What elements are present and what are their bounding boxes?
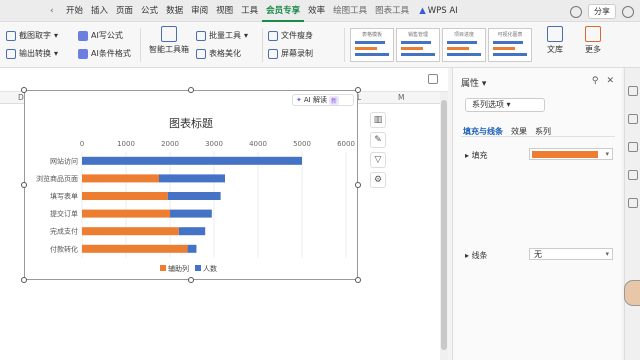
bar-count[interactable]: [82, 156, 302, 165]
resize-handle[interactable]: [188, 87, 194, 93]
y-category-label: 提交订单: [50, 209, 78, 218]
bar-helper[interactable]: [82, 244, 188, 253]
thumb-bar: [447, 53, 481, 56]
more-label: 更多: [585, 45, 601, 54]
chart-filter-icon[interactable]: ▽: [370, 152, 386, 168]
style-template-label: 项目进度: [453, 32, 474, 38]
legend-label: 辅助列: [168, 265, 189, 273]
legend-item[interactable]: 辅助列: [160, 264, 189, 274]
share-button[interactable]: 分享: [588, 4, 616, 19]
bar-helper[interactable]: [82, 192, 168, 200]
bar-count[interactable]: [187, 244, 197, 253]
thumb-bar: [493, 41, 523, 44]
x-tick-label: 5000: [293, 140, 311, 148]
chart-settings-icon[interactable]: ⚙: [370, 172, 386, 188]
legend-swatch: [160, 265, 166, 271]
more-icon[interactable]: [622, 5, 634, 18]
resize-handle[interactable]: [355, 182, 361, 188]
toolbar-icon[interactable]: [627, 170, 638, 180]
toolbar-icon[interactable]: [627, 86, 638, 96]
thumb-bar: [493, 53, 527, 56]
sync-icon[interactable]: [570, 5, 582, 18]
pane-title: 属性 ▾: [461, 79, 487, 89]
library-label: 文库: [547, 45, 563, 54]
legend-item[interactable]: 人数: [195, 264, 217, 274]
x-tick-label: 3000: [205, 140, 223, 148]
resize-handle[interactable]: [355, 277, 361, 283]
bar-helper[interactable]: [82, 227, 179, 236]
legend-swatch: [195, 265, 201, 271]
resize-handle[interactable]: [355, 87, 361, 93]
chevron-down-icon: ▾: [605, 250, 609, 258]
chart-style-icon[interactable]: ✎: [370, 132, 386, 148]
chevron-down-icon: ▾: [605, 150, 609, 158]
chart-side-tools: ▥ ✎ ▽ ⚙: [368, 112, 388, 196]
bar-count[interactable]: [178, 227, 206, 236]
toolbar-icon[interactable]: [627, 114, 638, 124]
y-category-label: 填写表单: [50, 192, 78, 201]
resize-handle[interactable]: [21, 87, 27, 93]
bar-count[interactable]: [167, 192, 221, 200]
series-options-label: 系列选项: [472, 100, 504, 109]
y-category-label: 浏览商品页面: [36, 174, 78, 183]
line-row[interactable]: ▸ 线条: [465, 250, 488, 261]
resize-handle[interactable]: [21, 182, 27, 188]
pin-icon[interactable]: ⚲: [592, 76, 599, 86]
style-template-label: 可视化图表: [497, 32, 523, 38]
bar-helper[interactable]: [82, 209, 170, 218]
line-value: 无: [534, 250, 542, 259]
pane-title-text: 属性: [461, 79, 480, 89]
bar-helper[interactable]: [82, 174, 159, 183]
series-options-dropdown[interactable]: 系列选项 ▾: [465, 98, 545, 112]
line-select[interactable]: 无 ▾: [529, 248, 613, 260]
more-apps-icon: [585, 26, 601, 42]
fill-label: 填充: [471, 151, 488, 160]
bar-count[interactable]: [170, 209, 212, 218]
x-tick-label: 4000: [249, 140, 267, 148]
thumb-bar: [447, 41, 477, 44]
x-tick-label: 1000: [117, 140, 135, 148]
close-icon[interactable]: ✕: [606, 76, 614, 86]
fill-color-swatch: [532, 151, 598, 158]
y-category-label: 完成支付: [50, 227, 78, 236]
thumb-bar: [447, 47, 469, 50]
line-label: 线条: [471, 251, 488, 260]
bar-count[interactable]: [159, 174, 225, 183]
avatar[interactable]: [624, 280, 640, 306]
more-button[interactable]: 更多: [576, 26, 610, 66]
style-template-3[interactable]: 可视化图表: [488, 28, 532, 62]
legend-label: 人数: [203, 265, 217, 273]
x-tick-label: 0: [80, 140, 84, 148]
fill-color-picker[interactable]: ▾: [529, 148, 613, 160]
toolbar-icon[interactable]: [627, 142, 638, 152]
chart-legend[interactable]: 辅助列 人数: [160, 264, 217, 274]
y-category-label: 网站访问: [50, 156, 78, 165]
fill-row[interactable]: ▸ 填充: [465, 150, 488, 161]
resize-handle[interactable]: [21, 277, 27, 283]
library-icon: [547, 26, 563, 42]
resize-handle[interactable]: [188, 277, 194, 283]
x-tick-label: 6000: [337, 140, 355, 148]
library-button[interactable]: 文库: [538, 26, 572, 66]
tab-underline: [461, 136, 615, 137]
thumb-bar: [493, 47, 515, 50]
style-template-2[interactable]: 项目进度: [442, 28, 486, 62]
toolbar-icon[interactable]: [627, 198, 638, 208]
property-pane: 属性 ▾ ⚲ ✕ 系列选项 ▾ 填充与线条 效果 系列 ▸ 填充 ▾ ▸ 线条 无 ▾: [452, 68, 622, 360]
chart-elements-icon[interactable]: ▥: [370, 112, 386, 128]
right-toolbar: [624, 68, 640, 360]
x-tick-label: 2000: [161, 140, 179, 148]
y-category-label: 付款转化: [50, 244, 78, 253]
